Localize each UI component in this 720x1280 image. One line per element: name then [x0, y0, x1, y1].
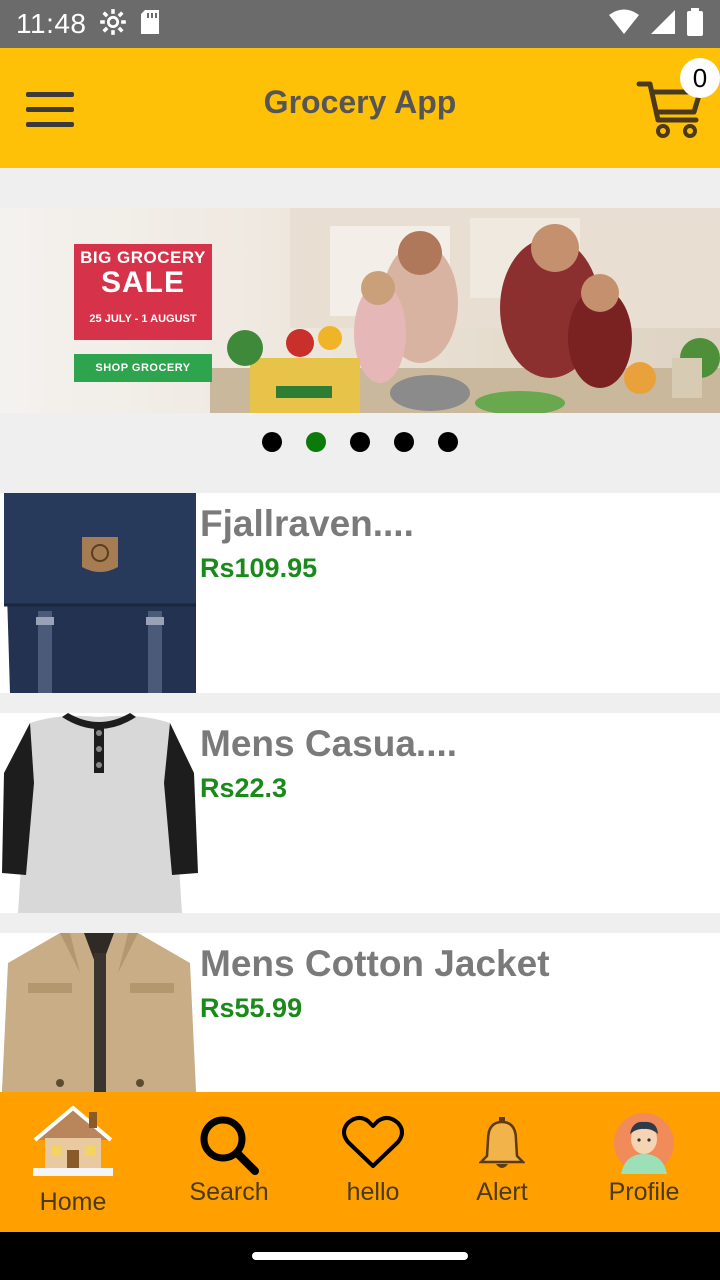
nav-label: Search [189, 1178, 269, 1206]
nav-search[interactable]: Search [169, 1092, 289, 1232]
battery-icon [686, 7, 704, 41]
sale-badge: BIG GROCERY SALE 25 JULY - 1 AUGUST SHOP… [74, 244, 212, 382]
carousel-dot[interactable] [438, 432, 458, 452]
app-bar: Grocery App [0, 48, 720, 168]
product-price: Rs22.3 [200, 773, 288, 803]
nav-label: Home [39, 1188, 107, 1216]
system-navigation-bar [0, 1232, 720, 1280]
status-time: 11:48 [16, 8, 87, 39]
nav-label: Profile [608, 1178, 680, 1206]
promo-banner[interactable]: BIG GROCERY SALE 25 JULY - 1 AUGUST SHOP… [0, 208, 720, 413]
avatar-icon [613, 1112, 675, 1179]
carousel-dot[interactable] [262, 432, 282, 452]
carousel-dot-active[interactable] [306, 432, 326, 452]
sale-line1: BIG GROCERY [80, 248, 206, 267]
sale-headline: BIG GROCERY SALE [74, 244, 212, 302]
sd-card-icon [139, 9, 161, 40]
bell-icon [477, 1116, 527, 1175]
signal-icon [650, 9, 676, 40]
nav-label: Alert [476, 1178, 528, 1206]
settings-icon [99, 8, 127, 41]
bottom-navigation: Home Search hello Alert Profile [0, 1092, 720, 1232]
henley-shirt-image [0, 713, 198, 913]
product-price: Rs55.99 [200, 993, 303, 1023]
backpack-image [0, 493, 198, 693]
house-icon [31, 1104, 115, 1183]
product-name: Mens Casua.... [200, 723, 458, 764]
carousel-indicators [0, 432, 720, 454]
screen: 11:48 Grocery App 0 BIG GROCERY SALE 25 … [0, 0, 720, 1280]
menu-icon-line [26, 122, 74, 127]
home-gesture-handle[interactable] [252, 1252, 468, 1260]
sale-dates: 25 JULY - 1 AUGUST [74, 302, 212, 340]
product-name: Mens Cotton Jacket [200, 943, 550, 984]
nav-label: hello [346, 1178, 400, 1206]
product-price: Rs109.95 [200, 553, 318, 583]
nav-hello[interactable]: hello [313, 1092, 433, 1232]
nav-profile[interactable]: Profile [584, 1092, 704, 1232]
carousel-dot[interactable] [350, 432, 370, 452]
product-name: Fjallraven.... [200, 503, 414, 544]
product-card[interactable]: Mens Casua.... Rs22.3 [0, 713, 720, 913]
sale-line2: SALE [100, 266, 185, 299]
shop-grocery-button[interactable]: SHOP GROCERY [74, 354, 212, 382]
wifi-icon [608, 9, 640, 40]
nav-home[interactable]: Home [13, 1092, 133, 1232]
cart-count-badge: 0 [680, 58, 720, 98]
status-bar: 11:48 [0, 0, 720, 48]
heart-icon [342, 1114, 404, 1175]
nav-alert[interactable]: Alert [442, 1092, 562, 1232]
search-icon [198, 1114, 260, 1181]
app-title: Grocery App [263, 84, 457, 120]
product-card[interactable]: Fjallraven.... Rs109.95 [0, 493, 720, 693]
carousel-dot[interactable] [394, 432, 414, 452]
